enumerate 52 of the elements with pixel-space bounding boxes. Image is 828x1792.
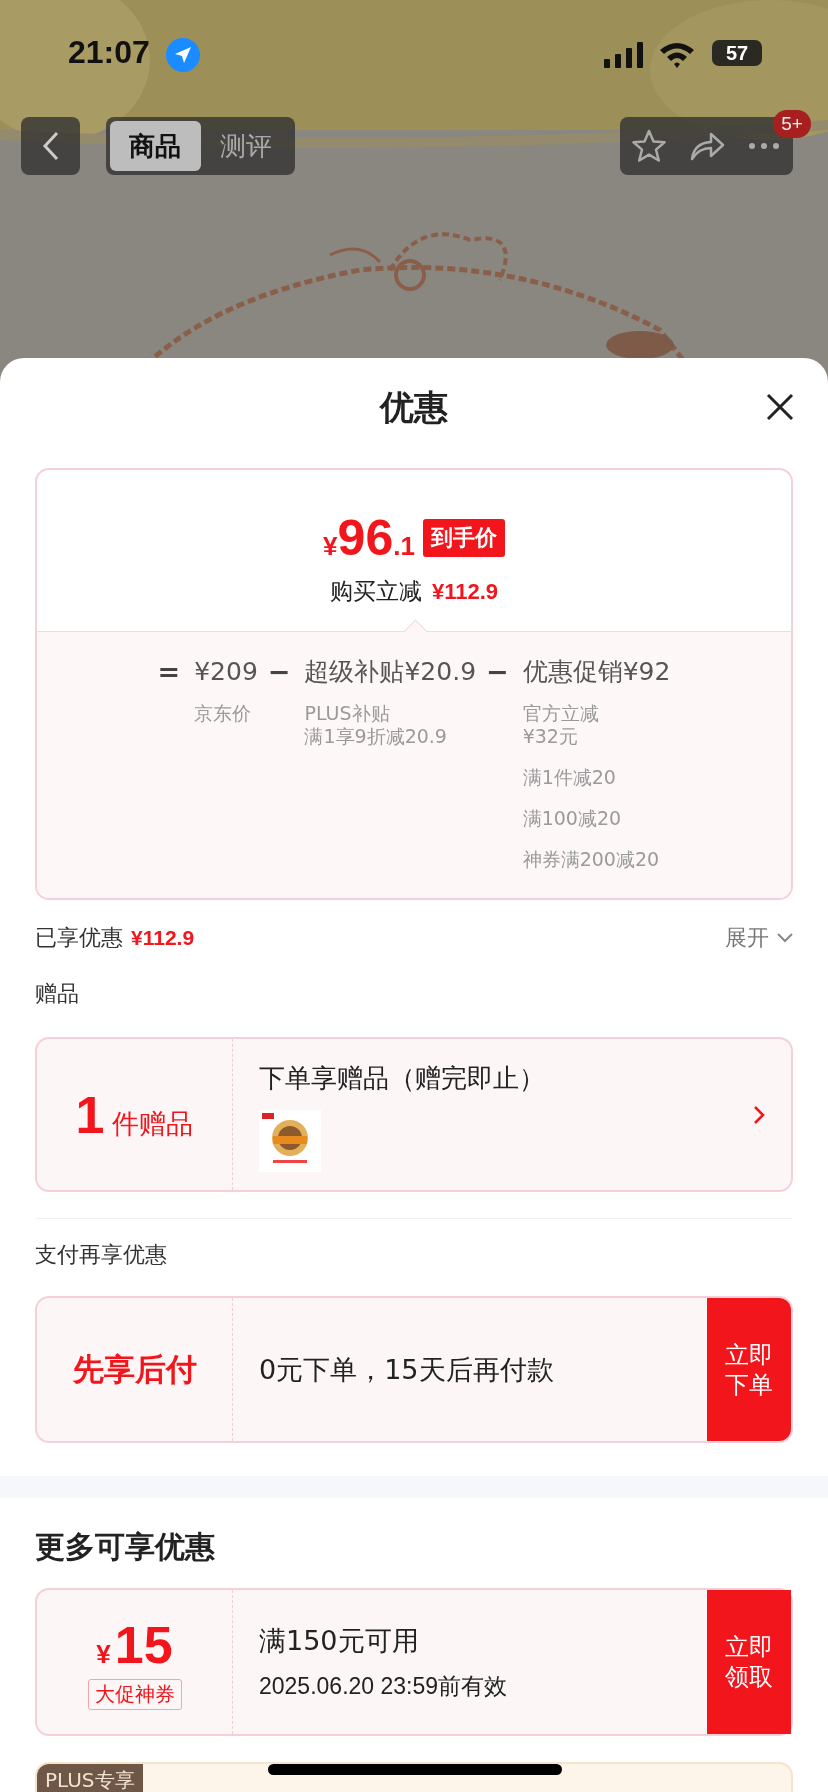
share-arrow-icon: [688, 131, 725, 161]
price-note: PLUS补贴: [304, 702, 391, 725]
coupon-tag: 大促神券: [87, 1678, 182, 1710]
price-component: ¥209: [194, 656, 258, 688]
gift-card[interactable]: 1 件赠品 下单享赠品（赠完即止）: [35, 1037, 793, 1192]
sheet-title: 优惠: [380, 386, 448, 429]
wifi-icon: [658, 40, 696, 68]
discount-amount: ¥112.9: [131, 926, 195, 950]
battery-indicator: 57: [712, 40, 762, 66]
pay-later-name: 先享后付: [72, 1349, 197, 1389]
section-heading: 更多可享优惠: [35, 1527, 216, 1566]
discount-label: 已享优惠: [35, 924, 123, 952]
tab[interactable]: 测评: [200, 121, 291, 171]
final-price: ¥96.1: [323, 509, 415, 567]
status-time: 21:07: [68, 34, 150, 71]
coupon-amount: ¥15: [96, 1614, 173, 1675]
claim-button[interactable]: 立即领取: [707, 1590, 791, 1734]
chevron-down-icon: [777, 933, 793, 943]
signal-icon: [604, 42, 644, 68]
reduction-amount: ¥112.9: [431, 579, 499, 605]
section-heading: 支付再享优惠: [35, 1241, 168, 1269]
price-component: 超级补贴¥20.9: [304, 656, 477, 688]
tab[interactable]: 商品: [110, 121, 201, 171]
expand-button[interactable]: 展开: [725, 923, 793, 953]
price-note: 满1享9折减20.9: [304, 725, 448, 748]
operator-sign: =: [157, 655, 181, 689]
pay-later-description: 0元下单，15天后再付款: [259, 1352, 554, 1387]
gift-title: 下单享赠品（赠完即止）: [259, 1062, 546, 1095]
coupon-validity: 2025.06.20 23:59前有效: [259, 1671, 509, 1701]
more-dots-icon: [749, 143, 780, 149]
price-note: 满1件减20: [522, 766, 617, 789]
gift-count-unit: 件赠品: [112, 1106, 194, 1141]
star-icon: [631, 129, 666, 163]
price-component: 优惠促销¥92: [522, 656, 671, 688]
coupon-condition: 满150元可用: [259, 1623, 420, 1658]
section-heading: 赠品: [35, 980, 80, 1008]
gift-count: 1: [75, 1084, 105, 1145]
price-note: 神券满200减20: [522, 848, 661, 871]
price-note: 京东价: [194, 702, 253, 725]
reduction-label: 购买立减: [329, 577, 422, 606]
plus-badge: PLUS专享: [37, 1764, 143, 1792]
back-button[interactable]: [21, 117, 80, 175]
operator-sign: −: [267, 655, 291, 689]
order-now-button[interactable]: 立即下单: [707, 1298, 791, 1441]
price-note: ¥32元: [522, 725, 579, 748]
chevron-right-icon: [753, 1104, 765, 1125]
close-icon: [765, 391, 795, 422]
price-note: 满100减20: [522, 807, 623, 830]
operator-sign: −: [486, 655, 509, 689]
price-note: 官方立减: [522, 702, 600, 725]
back-chevron-icon: [41, 131, 60, 161]
price-tag: 到手价: [422, 519, 505, 557]
